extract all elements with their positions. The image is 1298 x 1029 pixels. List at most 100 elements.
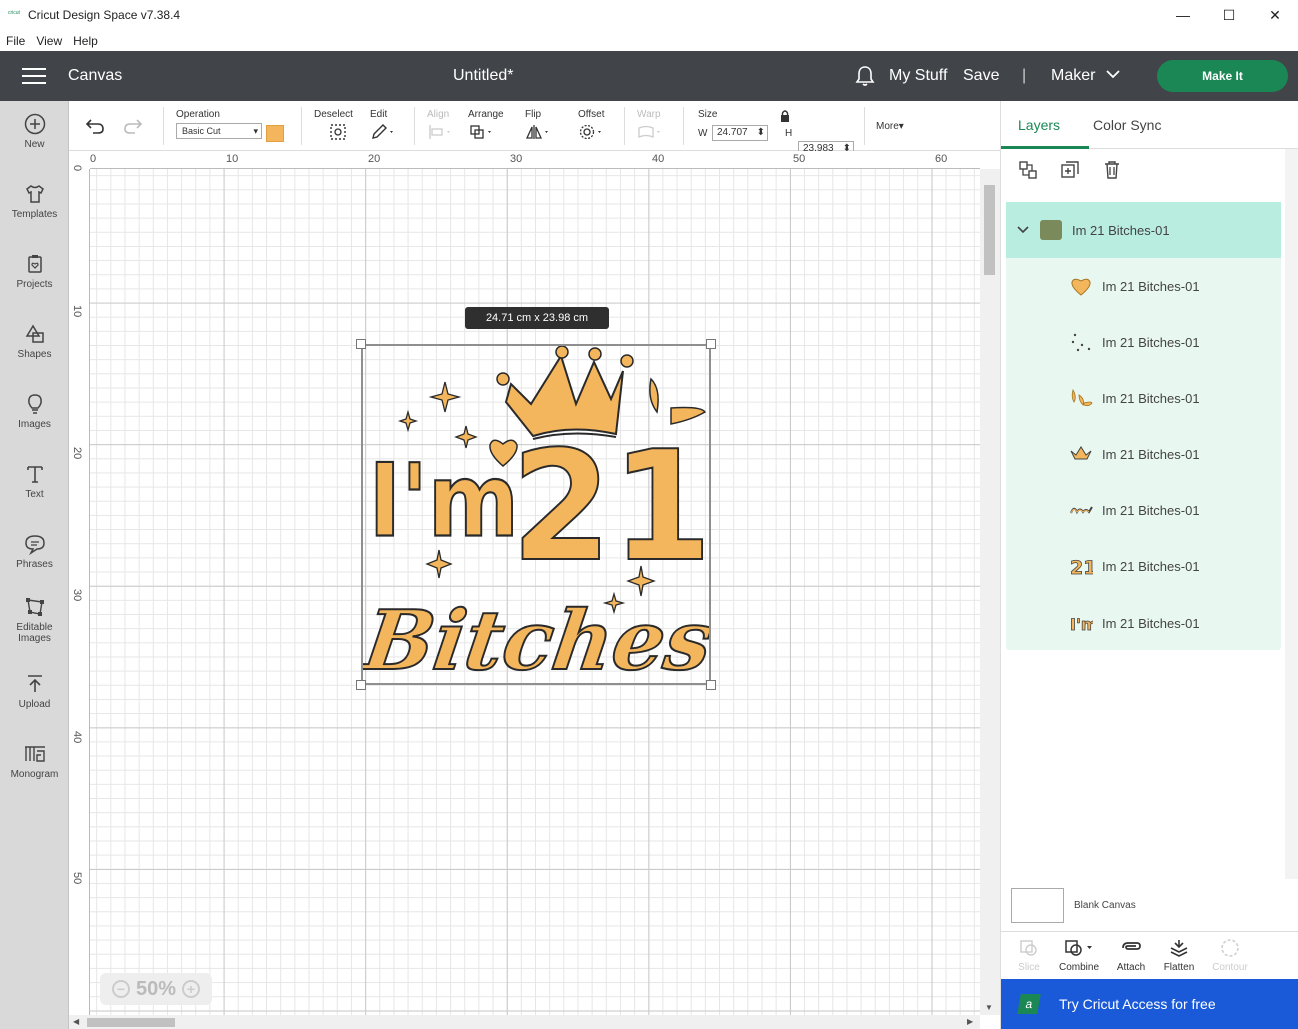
chevron-down-icon[interactable] xyxy=(1016,225,1030,235)
deselect-group[interactable]: Deselect xyxy=(314,109,353,144)
dots-thumbnail-icon xyxy=(1071,333,1091,352)
bell-icon[interactable] xyxy=(855,65,875,87)
tab-layers[interactable]: Layers xyxy=(1018,117,1060,133)
slice-label: Slice xyxy=(1018,962,1040,973)
menu-view[interactable]: View xyxy=(36,34,62,48)
selection-handle-top-left[interactable] xyxy=(356,339,366,349)
offset-icon xyxy=(579,124,601,140)
tab-color-sync[interactable]: Color Sync xyxy=(1093,117,1161,133)
document-title[interactable]: Untitled* xyxy=(453,67,513,85)
sidebar-item-monogram[interactable]: Monogram xyxy=(0,743,69,780)
canvas-horizontal-scrollbar[interactable]: ◀ ▶ xyxy=(69,1015,980,1029)
ruler-top-tick: 10 xyxy=(226,153,239,165)
arrange-group[interactable]: Arrange xyxy=(468,109,504,144)
selection-box[interactable] xyxy=(361,344,711,685)
selection-handle-bottom-left[interactable] xyxy=(356,680,366,690)
delete-icon[interactable] xyxy=(1101,159,1123,181)
canvas-vertical-scrollbar[interactable]: ▼ xyxy=(980,169,1000,1015)
attach-button[interactable]: Attach xyxy=(1106,938,1156,973)
cricut-app-icon: cricut xyxy=(8,10,20,16)
layer-row[interactable]: Im 21 Bitches-01 xyxy=(1006,258,1281,314)
selection-handle-top-right[interactable] xyxy=(706,339,716,349)
blank-canvas-swatch[interactable] xyxy=(1011,888,1064,923)
lock-icon[interactable] xyxy=(779,109,791,123)
zoom-in-button[interactable]: + xyxy=(182,980,201,998)
ruler-top-tick: 40 xyxy=(652,153,665,165)
width-input[interactable]: 24.707 xyxy=(712,125,768,141)
cricut-access-text: Try Cricut Access for free xyxy=(1059,996,1216,1012)
height-label: H xyxy=(785,128,793,139)
window-title: Cricut Design Space v7.38.4 xyxy=(28,8,181,22)
maximize-button[interactable]: ☐ xyxy=(1206,0,1252,30)
ruler-left-tick: 0 xyxy=(71,165,83,172)
layers-scrollbar[interactable] xyxy=(1285,149,1298,879)
sidebar-item-new[interactable]: New xyxy=(0,113,69,150)
layer-group-row[interactable]: Im 21 Bitches-01 xyxy=(1006,202,1281,258)
scroll-down-arrow[interactable]: ▼ xyxy=(985,1003,993,1012)
minimize-button[interactable]: — xyxy=(1160,0,1206,30)
ruler-left-tick: 10 xyxy=(71,305,83,318)
flatten-button[interactable]: Flatten xyxy=(1154,938,1204,973)
menu-help[interactable]: Help xyxy=(73,34,98,48)
layer-row[interactable]: Im 21 Bitches-01 xyxy=(1006,314,1281,370)
layer-name: Im 21 Bitches-01 xyxy=(1102,278,1200,294)
layer-row[interactable]: Im 21 Bitches-01 xyxy=(1006,370,1281,426)
ruler-top-tick: 0 xyxy=(90,153,97,165)
machine-selector[interactable]: Maker xyxy=(1051,67,1095,85)
sidebar-label: Editable Images xyxy=(16,622,53,644)
warp-icon xyxy=(638,125,660,138)
sidebar-item-upload[interactable]: Upload xyxy=(0,673,69,710)
sidebar-item-phrases[interactable]: Phrases xyxy=(0,533,69,570)
layer-row[interactable]: 21 Im 21 Bitches-01 xyxy=(1006,538,1281,594)
undo-icon[interactable] xyxy=(85,117,105,135)
shirt-icon xyxy=(25,185,44,203)
combine-button[interactable]: Combine xyxy=(1054,938,1104,973)
layers-panel: Layers Color Sync Im 21 Bitches-01 Im 21… xyxy=(1000,101,1298,1029)
my-stuff-link[interactable]: My Stuff xyxy=(889,67,947,85)
selection-handle-bottom-right[interactable] xyxy=(706,680,716,690)
duplicate-icon[interactable] xyxy=(1059,159,1081,181)
layer-name: Im 21 Bitches-01 xyxy=(1102,390,1200,406)
layer-row[interactable]: Im 21 Bitches-01 xyxy=(1006,482,1281,538)
sidebar-item-text[interactable]: Text xyxy=(0,463,69,500)
cricut-access-banner[interactable]: a Try Cricut Access for free xyxy=(1001,979,1298,1029)
sidebar-item-editable-images[interactable]: Editable Images xyxy=(0,596,69,644)
hamburger-menu-icon[interactable] xyxy=(22,68,46,84)
ruler-left-tick: 20 xyxy=(71,447,83,460)
sidebar-item-templates[interactable]: Templates xyxy=(0,183,69,220)
scroll-left-arrow[interactable]: ◀ xyxy=(73,1017,79,1026)
group-icon[interactable] xyxy=(1017,159,1039,181)
chevron-down-icon[interactable] xyxy=(1106,69,1120,79)
left-sidebar: New Templates Projects Shapes Images Tex… xyxy=(0,101,69,1029)
redo-icon[interactable] xyxy=(123,117,143,135)
attach-label: Attach xyxy=(1116,962,1146,973)
flip-group[interactable]: Flip xyxy=(525,109,555,144)
horizontal-scroll-thumb[interactable] xyxy=(87,1018,175,1027)
flatten-icon xyxy=(1170,940,1188,957)
lightbulb-icon xyxy=(27,394,42,414)
design-canvas[interactable]: 0 10 20 30 40 50 60 0 10 20 30 40 50 24.… xyxy=(69,151,1000,1029)
layer-row[interactable]: Im 21 Bitches-01 xyxy=(1006,426,1281,482)
vertical-scroll-thumb[interactable] xyxy=(984,185,995,275)
app-header: Canvas Untitled* My Stuff Save | Maker M… xyxy=(0,51,1298,101)
more-button[interactable]: More▾ xyxy=(876,121,904,132)
edit-group[interactable]: Edit xyxy=(370,109,396,144)
combine-icon xyxy=(1065,940,1092,956)
layer-row[interactable]: I'm Im 21 Bitches-01 xyxy=(1006,595,1281,651)
sidebar-item-images[interactable]: Images xyxy=(0,393,69,430)
operation-color-swatch[interactable] xyxy=(266,125,284,142)
offset-label: Offset xyxy=(578,109,605,120)
title-bar: cricut Cricut Design Space v7.38.4 — ☐ ✕ xyxy=(0,0,1298,30)
make-it-button[interactable]: Make It xyxy=(1157,60,1288,92)
sidebar-item-projects[interactable]: Projects xyxy=(0,253,69,290)
zoom-out-button[interactable]: − xyxy=(111,980,130,998)
operation-select[interactable]: Basic Cut xyxy=(176,123,262,139)
sidebar-item-shapes[interactable]: Shapes xyxy=(0,323,69,360)
save-button[interactable]: Save xyxy=(963,67,999,85)
scroll-right-arrow[interactable]: ▶ xyxy=(967,1017,973,1026)
menu-file[interactable]: File xyxy=(6,34,25,48)
close-button[interactable]: ✕ xyxy=(1252,0,1298,30)
align-icon xyxy=(429,125,450,139)
offset-group[interactable]: Offset xyxy=(578,109,608,144)
width-label: W xyxy=(698,128,708,139)
